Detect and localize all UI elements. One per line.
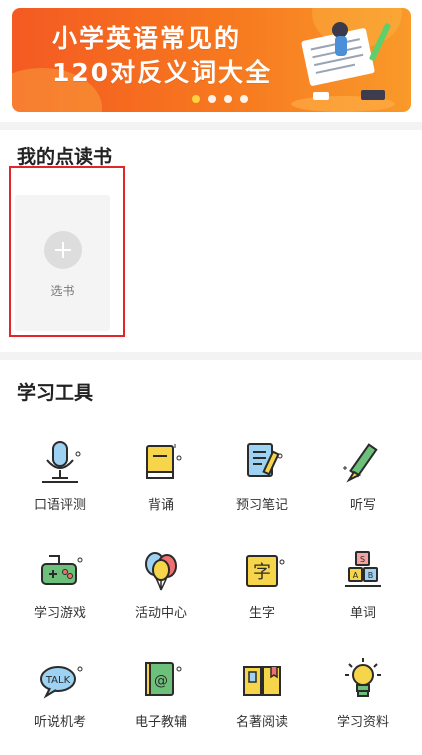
svg-text:A: A [353, 571, 359, 580]
add-book-card[interactable]: 选书 [15, 195, 110, 331]
tool-label: 听写 [349, 498, 376, 513]
pager-dot[interactable] [240, 95, 248, 103]
tool-study-materials[interactable]: 学习资料 [313, 655, 413, 755]
reading-girl-illustration [291, 22, 395, 112]
pager-dot[interactable] [208, 95, 216, 103]
tool-label: 生字 [248, 606, 275, 621]
tool-label: 名著阅读 [235, 715, 288, 730]
my-books-title: 我的点读书 [17, 146, 113, 168]
svg-text:S: S [360, 555, 365, 564]
tool-classics-reading[interactable]: 名著阅读 [212, 655, 312, 755]
tool-label: 电子教辅 [134, 715, 187, 730]
tool-activity-center[interactable]: 活动中心 [111, 546, 211, 646]
tool-e-tutoring[interactable]: @ 电子教辅 [111, 655, 211, 755]
tool-label: 听说机考 [33, 715, 86, 730]
tool-learning-games[interactable]: 学习游戏 [10, 546, 110, 646]
tool-label: 学习资料 [336, 715, 389, 730]
tool-oral-assessment[interactable]: 口语评测 [10, 438, 110, 538]
banner-pager [192, 95, 248, 103]
tool-label: 学习游戏 [33, 606, 86, 621]
ebook-icon: @ [145, 662, 182, 696]
tool-label: 活动中心 [134, 606, 187, 621]
gamepad-icon [41, 555, 83, 585]
pager-dot[interactable] [224, 95, 232, 103]
plus-icon [44, 231, 82, 269]
talk-bubble-icon: TALK [40, 666, 83, 699]
svg-text:字: 字 [253, 562, 271, 583]
lightbulb-icon [345, 658, 381, 697]
svg-text:TALK: TALK [45, 675, 71, 686]
tool-words[interactable]: S A B 单词 [313, 546, 413, 646]
pencil-icon [343, 443, 378, 483]
section-divider [0, 122, 422, 130]
add-book-label: 选书 [50, 284, 75, 298]
tool-preview-notes[interactable]: 预习笔记 [212, 438, 312, 538]
tool-label: 口语评测 [33, 498, 86, 513]
banner-title-line2: 120对反义词大全 [52, 58, 273, 87]
tool-recite[interactable]: 背诵 [111, 438, 211, 538]
microphone-icon [42, 441, 81, 483]
banner-title-line1: 小学英语常见的 [52, 24, 242, 53]
open-book-icon [243, 666, 281, 696]
svg-text:@: @ [154, 673, 168, 689]
balloons-icon [145, 552, 177, 591]
tool-listening-exam[interactable]: TALK 听说机考 [10, 655, 110, 755]
tools-title: 学习工具 [17, 382, 94, 404]
character-card-icon: 字 [246, 555, 285, 587]
tool-label: 预习笔记 [235, 498, 288, 513]
notebook-pencil-icon [247, 443, 283, 477]
promo-banner[interactable]: 小学英语常见的 120对反义词大全 [12, 8, 411, 112]
banner-area: 小学英语常见的 120对反义词大全 [0, 0, 422, 122]
letter-blocks-icon: S A B [345, 551, 381, 587]
svg-text:B: B [368, 571, 374, 580]
book-icon [146, 444, 182, 479]
tool-label: 背诵 [147, 498, 174, 513]
section-divider [0, 352, 422, 360]
tool-new-characters[interactable]: 字 生字 [212, 546, 312, 646]
pager-dot[interactable] [192, 95, 200, 103]
tool-label: 单词 [349, 606, 376, 621]
tool-dictation[interactable]: 听写 [313, 438, 413, 538]
add-book-highlight: 选书 [9, 166, 125, 337]
